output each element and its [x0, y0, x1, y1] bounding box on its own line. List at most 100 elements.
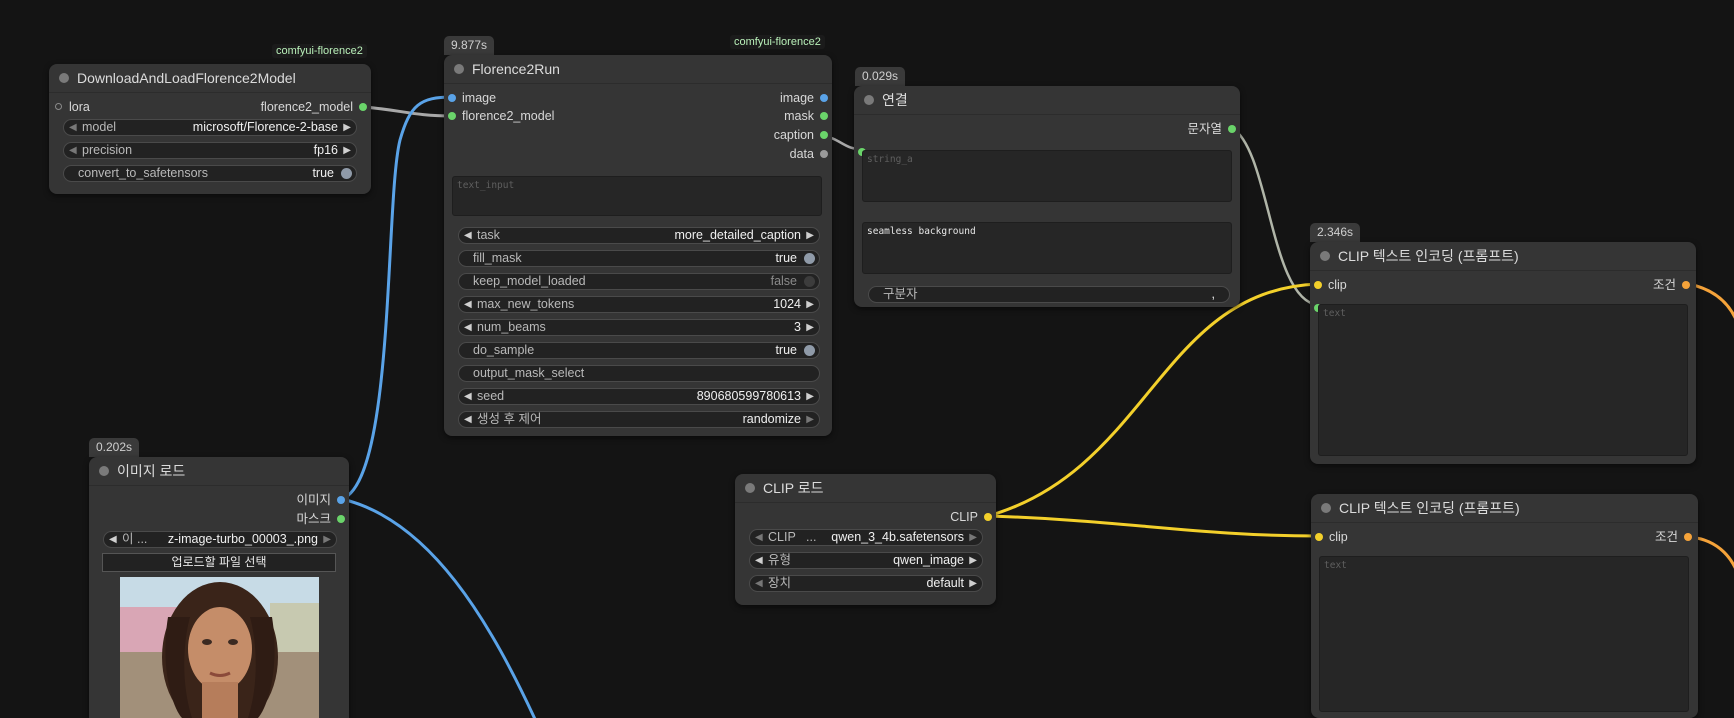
output-pin-icon[interactable] — [820, 94, 828, 102]
input-pin-icon[interactable] — [55, 103, 62, 110]
widget-keep-model-loaded[interactable]: keep_model_loaded false — [458, 273, 820, 290]
widget-seed[interactable]: ◀ seed 890680599780613 ▶ — [458, 388, 820, 405]
decrement-arrow-icon[interactable]: ◀ — [755, 576, 763, 591]
upload-file-button[interactable]: 업로드할 파일 선택 — [102, 553, 336, 572]
increment-arrow-icon[interactable]: ▶ — [806, 389, 814, 404]
node-title[interactable]: DownloadAndLoadFlorence2Model — [49, 64, 371, 93]
increment-arrow-icon[interactable]: ▶ — [806, 228, 814, 243]
decrement-arrow-icon[interactable]: ◀ — [464, 320, 472, 335]
input-pin-icon[interactable] — [1314, 281, 1322, 289]
input-pin-icon[interactable] — [448, 94, 456, 102]
input-image[interactable]: image — [448, 90, 496, 106]
input-pin-icon[interactable] — [448, 112, 456, 120]
widget-delimiter[interactable]: 구분자, — [868, 286, 1230, 303]
widget-control-after-generate[interactable]: ◀ 생성 후 제어 randomize ▶ — [458, 411, 820, 428]
output-conditioning[interactable]: 조건 — [1653, 277, 1690, 293]
node-string-concat[interactable]: 연결 문자열 string_a seamless background 구분자, — [854, 86, 1240, 307]
input-florence2-model[interactable]: florence2_model — [448, 108, 554, 124]
collapse-dot-icon[interactable] — [1320, 251, 1330, 261]
widget-output-mask-select[interactable]: output_mask_select — [458, 365, 820, 382]
increment-arrow-icon[interactable]: ▶ — [343, 120, 351, 135]
widget-device[interactable]: ◀ 장치 default ▶ — [749, 575, 983, 592]
collapse-dot-icon[interactable] — [745, 483, 755, 493]
output-image[interactable]: 이미지 — [296, 492, 345, 508]
output-pin-icon[interactable] — [359, 103, 367, 111]
output-pin-icon[interactable] — [337, 515, 345, 523]
widget-convert-to-safetensors[interactable]: convert_to_safetensors true — [63, 165, 357, 182]
widget-image-file[interactable]: ◀ 이 ... z-image-turbo_00003_.png ▶ — [103, 531, 337, 548]
decrement-arrow-icon[interactable]: ◀ — [464, 389, 472, 404]
output-pin-icon[interactable] — [984, 513, 992, 521]
decrement-arrow-icon[interactable]: ◀ — [109, 532, 117, 547]
increment-arrow-icon[interactable]: ▶ — [969, 530, 977, 545]
collapse-dot-icon[interactable] — [454, 64, 464, 74]
node-title[interactable]: 연결 — [854, 86, 1240, 115]
decrement-arrow-icon[interactable]: ◀ — [464, 297, 472, 312]
output-pin-icon[interactable] — [1228, 125, 1236, 133]
node-clip-text-encode-2[interactable]: CLIP 텍스트 인코딩 (프롬프트) clip 조건 text — [1311, 494, 1698, 718]
toggle-knob-icon[interactable] — [341, 168, 352, 179]
increment-arrow-icon[interactable]: ▶ — [969, 576, 977, 591]
decrement-arrow-icon[interactable]: ◀ — [755, 553, 763, 568]
output-pin-icon[interactable] — [820, 150, 828, 158]
node-title[interactable]: CLIP 로드 — [735, 474, 996, 503]
text-input-field[interactable]: text_input — [452, 176, 822, 216]
node-title[interactable]: 이미지 로드 — [89, 457, 349, 486]
node-clip-text-encode-1[interactable]: CLIP 텍스트 인코딩 (프롬프트) clip 조건 text — [1310, 242, 1696, 464]
node-title[interactable]: CLIP 텍스트 인코딩 (프롬프트) — [1311, 494, 1698, 523]
output-pin-icon[interactable] — [820, 112, 828, 120]
increment-arrow-icon[interactable]: ▶ — [323, 532, 331, 547]
widget-fill-mask[interactable]: fill_mask true — [458, 250, 820, 267]
collapse-dot-icon[interactable] — [1321, 503, 1331, 513]
input-clip[interactable]: clip — [1315, 529, 1348, 545]
output-mask[interactable]: 마스크 — [296, 511, 345, 527]
widget-task[interactable]: ◀ task more_detailed_caption ▶ — [458, 227, 820, 244]
increment-arrow-icon[interactable]: ▶ — [806, 297, 814, 312]
input-lora[interactable]: lora — [55, 99, 90, 115]
node-title[interactable]: CLIP 텍스트 인코딩 (프롬프트) — [1310, 242, 1696, 271]
output-data[interactable]: data — [790, 146, 828, 162]
node-download-florence2-model[interactable]: DownloadAndLoadFlorence2Model lora flore… — [49, 64, 371, 194]
widget-do-sample[interactable]: do_sample true — [458, 342, 820, 359]
output-string[interactable]: 문자열 — [1187, 121, 1236, 137]
widget-num-beams[interactable]: ◀ num_beams 3 ▶ — [458, 319, 820, 336]
widget-precision[interactable]: ◀ precision fp16 ▶ — [63, 142, 357, 159]
increment-arrow-icon[interactable]: ▶ — [969, 553, 977, 568]
string-a-field[interactable]: string_a — [862, 150, 1232, 202]
output-pin-icon[interactable] — [337, 496, 345, 504]
input-clip[interactable]: clip — [1314, 277, 1347, 293]
output-clip[interactable]: CLIP — [950, 509, 992, 525]
text-prompt-field[interactable]: text — [1319, 556, 1689, 712]
decrement-arrow-icon[interactable]: ◀ — [69, 120, 77, 135]
decrement-arrow-icon[interactable]: ◀ — [464, 412, 472, 427]
widget-type[interactable]: ◀ 유형 qwen_image ▶ — [749, 552, 983, 569]
node-florence2-run[interactable]: Florence2Run image florence2_model image… — [444, 55, 832, 436]
input-pin-icon[interactable] — [1315, 533, 1323, 541]
toggle-knob-icon[interactable] — [804, 345, 815, 356]
widget-model[interactable]: ◀ model microsoft/Florence-2-base ▶ — [63, 119, 357, 136]
collapse-dot-icon[interactable] — [864, 95, 874, 105]
increment-arrow-icon[interactable]: ▶ — [806, 320, 814, 335]
output-mask[interactable]: mask — [784, 108, 828, 124]
decrement-arrow-icon[interactable]: ◀ — [755, 530, 763, 545]
decrement-arrow-icon[interactable]: ◀ — [464, 228, 472, 243]
output-florence2-model[interactable]: florence2_model — [261, 99, 367, 115]
collapse-dot-icon[interactable] — [59, 73, 69, 83]
toggle-knob-icon[interactable] — [804, 276, 815, 287]
output-pin-icon[interactable] — [1682, 281, 1690, 289]
node-load-image[interactable]: 이미지 로드 이미지 마스크 ◀ 이 ... z-image-turbo_00003… — [89, 457, 349, 718]
text-prompt-field[interactable]: text — [1318, 304, 1688, 456]
output-caption[interactable]: caption — [774, 127, 828, 143]
output-conditioning[interactable]: 조건 — [1655, 529, 1692, 545]
decrement-arrow-icon[interactable]: ◀ — [69, 143, 77, 158]
increment-arrow-icon[interactable]: ▶ — [343, 143, 351, 158]
node-clip-loader[interactable]: CLIP 로드 CLIP ◀ CLIP... qwen_3_4b.safetenso… — [735, 474, 996, 605]
toggle-knob-icon[interactable] — [804, 253, 815, 264]
output-image[interactable]: image — [780, 90, 828, 106]
node-title[interactable]: Florence2Run — [444, 55, 832, 84]
collapse-dot-icon[interactable] — [99, 466, 109, 476]
string-b-field[interactable]: seamless background — [862, 222, 1232, 274]
increment-arrow-icon[interactable]: ▶ — [806, 412, 814, 427]
widget-clip-name[interactable]: ◀ CLIP... qwen_3_4b.safetensors ▶ — [749, 529, 983, 546]
widget-max-new-tokens[interactable]: ◀ max_new_tokens 1024 ▶ — [458, 296, 820, 313]
